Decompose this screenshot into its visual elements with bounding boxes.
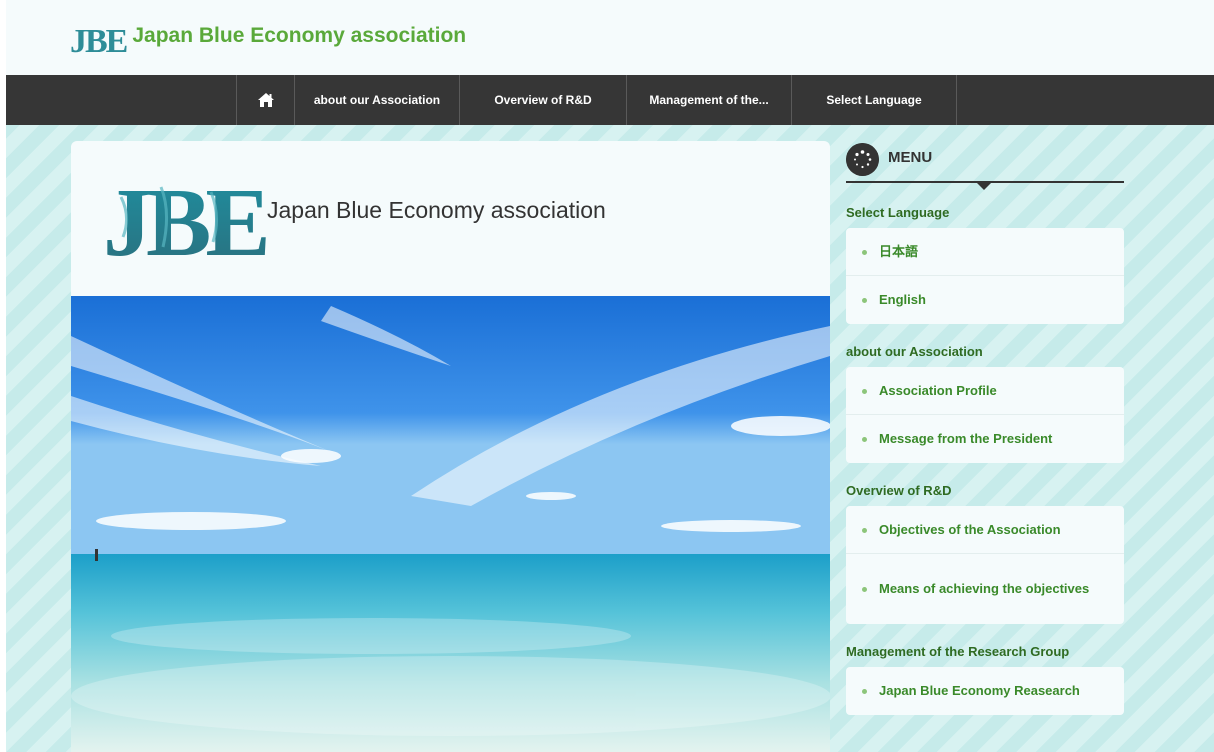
sidebar-item-research-group[interactable]: Japan Blue Economy Reasearch (846, 667, 1124, 715)
section-list-management: Japan Blue Economy Reasearch (846, 667, 1124, 715)
dot-icon (862, 249, 867, 255)
menu-arrow-icon (977, 183, 991, 190)
jbe-logo-image: JBE (103, 169, 266, 267)
menu-label: MENU (888, 149, 933, 166)
home-icon (257, 93, 274, 107)
section-title-about: about our Association (846, 344, 983, 359)
sidebar-item-means[interactable]: Means of achieving the objectives (846, 554, 1124, 624)
nav-about-association[interactable]: about our Association (294, 75, 459, 125)
section-list-select-language: 日本語 English (846, 228, 1124, 324)
main-navigation: about our Association Overview of R&D Ma… (6, 75, 1214, 125)
dot-icon (862, 527, 867, 533)
section-title-management: Management of the Research Group (846, 644, 1070, 659)
hero-image-beach (71, 296, 830, 752)
section-list-about: Association Profile Message from the Pre… (846, 367, 1124, 463)
section-list-overview: Objectives of the Association Means of a… (846, 506, 1124, 624)
sidebar-item-association-profile[interactable]: Association Profile (846, 367, 1124, 415)
dot-icon (862, 587, 867, 592)
nav-overview-rd[interactable]: Overview of R&D (459, 75, 626, 125)
dot-icon (862, 437, 867, 442)
sidebar: MENU Select Language 日本語 English about o… (846, 141, 1124, 715)
main-content-card: JBE Japan Blue Economy association (71, 141, 830, 752)
nav-home[interactable] (236, 75, 294, 125)
site-logo: JBE (70, 23, 128, 60)
card-title: Japan Blue Economy association (267, 197, 606, 223)
section-title-overview: Overview of R&D (846, 483, 952, 498)
site-title: Japan Blue Economy association (132, 24, 467, 47)
section-title-select-language: Select Language (846, 205, 950, 220)
sidebar-item-message-president[interactable]: Message from the President (846, 415, 1124, 463)
dot-icon (862, 689, 867, 694)
nav-management[interactable]: Management of the... (626, 75, 791, 125)
dot-icon (862, 388, 867, 394)
spinner-icon (846, 143, 879, 176)
site-header: JBE Japan Blue Economy association (6, 0, 1214, 75)
sidebar-item-objectives[interactable]: Objectives of the Association (846, 506, 1124, 554)
sidebar-item-english[interactable]: English (846, 276, 1124, 324)
menu-header: MENU (846, 141, 1124, 190)
nav-select-language[interactable]: Select Language (791, 75, 957, 125)
dot-icon (862, 298, 867, 303)
sidebar-item-japanese[interactable]: 日本語 (846, 228, 1124, 276)
site-logo-link[interactable]: JBE Japan Blue Economy association (70, 22, 466, 62)
page-background: JBE Japan Blue Economy association about… (6, 0, 1214, 752)
